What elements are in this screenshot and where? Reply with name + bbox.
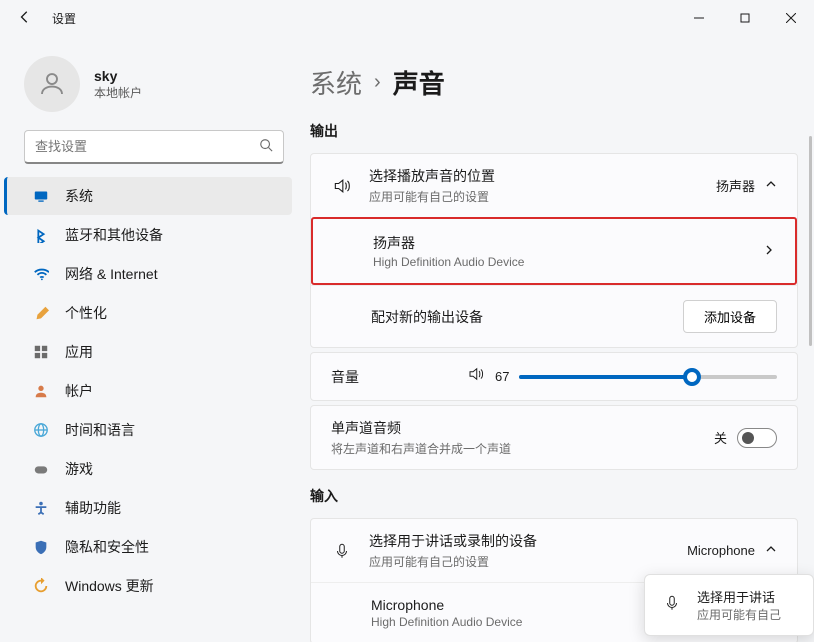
content-pane: 系统 › 声音 输出 选择播放声音的位置 应用可能有自己的设置 扬声器 <box>300 36 814 642</box>
sidebar-item-gamepad[interactable]: 游戏 <box>4 450 292 488</box>
bluetooth-icon <box>33 227 49 243</box>
user-sub: 本地帐户 <box>94 84 142 101</box>
gamepad-icon <box>33 461 49 477</box>
sidebar-item-label: 帐户 <box>65 381 93 401</box>
chevron-right-icon <box>763 244 775 259</box>
pair-title: 配对新的输出设备 <box>371 307 667 327</box>
sidebar-item-shield[interactable]: 隐私和安全性 <box>4 528 292 566</box>
close-button[interactable] <box>768 0 814 36</box>
microphone-icon <box>663 594 681 617</box>
sidebar: sky 本地帐户 系统蓝牙和其他设备网络 & Internet 个性化应用帐户时间… <box>0 36 300 642</box>
update-icon <box>33 578 49 594</box>
mono-card: 单声道音频 将左声道和右声道合并成一个声道 关 <box>310 405 798 470</box>
choose-input-title: 选择用于讲话或录制的设备 <box>369 531 671 551</box>
sidebar-item-label: 个性化 <box>65 303 107 323</box>
sidebar-item-globe[interactable]: 时间和语言 <box>4 411 292 449</box>
choose-output-value: 扬声器 <box>716 176 755 195</box>
volume-icon[interactable] <box>467 365 485 388</box>
system-icon <box>33 188 49 204</box>
breadcrumb-current: 声音 <box>393 64 445 101</box>
speaker-sub: High Definition Audio Device <box>373 255 747 269</box>
wifi-icon <box>33 266 49 282</box>
notification-toast[interactable]: 选择用于讲话 应用可能有自己 <box>644 574 814 636</box>
scrollbar[interactable] <box>809 136 812 346</box>
sidebar-item-brush[interactable]: 个性化 <box>4 294 292 332</box>
search-box[interactable] <box>24 130 284 164</box>
choose-input-value: Microphone <box>687 543 755 558</box>
sidebar-item-label: 网络 & Internet <box>65 264 158 284</box>
nav-list: 系统蓝牙和其他设备网络 & Internet 个性化应用帐户时间和语言游戏辅助功能… <box>0 176 300 642</box>
sidebar-item-bluetooth[interactable]: 蓝牙和其他设备 <box>4 216 292 254</box>
search-input[interactable] <box>35 139 259 154</box>
sidebar-item-update[interactable]: Windows 更新 <box>4 567 292 605</box>
input-heading: 输入 <box>300 486 814 518</box>
apps-icon <box>33 344 49 360</box>
pair-device-row: 配对新的输出设备 添加设备 <box>311 285 797 347</box>
sidebar-item-label: 应用 <box>65 342 93 362</box>
sidebar-item-label: Windows 更新 <box>65 576 154 596</box>
sidebar-item-label: 时间和语言 <box>65 420 135 440</box>
sidebar-item-apps[interactable]: 应用 <box>4 333 292 371</box>
sidebar-item-label: 蓝牙和其他设备 <box>65 225 163 245</box>
globe-icon <box>33 422 49 438</box>
sidebar-item-label: 系统 <box>65 186 93 206</box>
chevron-up-icon <box>765 543 777 558</box>
sidebar-item-label: 辅助功能 <box>65 498 121 518</box>
sidebar-item-accessibility[interactable]: 辅助功能 <box>4 489 292 527</box>
shield-icon <box>33 539 49 555</box>
profile-block[interactable]: sky 本地帐户 <box>0 44 300 130</box>
sidebar-item-label: 游戏 <box>65 459 93 479</box>
user-name: sky <box>94 68 142 84</box>
choose-output-title: 选择播放声音的位置 <box>369 166 700 186</box>
titlebar: 设置 <box>0 0 814 36</box>
window-title: 设置 <box>52 10 76 27</box>
output-heading: 输出 <box>300 121 814 153</box>
person-icon <box>33 383 49 399</box>
sidebar-item-person[interactable]: 帐户 <box>4 372 292 410</box>
choose-input-sub: 应用可能有自己的设置 <box>369 553 671 570</box>
speaker-device-row[interactable]: 扬声器 High Definition Audio Device <box>313 219 795 283</box>
breadcrumb-parent[interactable]: 系统 <box>310 64 362 101</box>
mono-title: 单声道音频 <box>331 418 698 438</box>
toast-title: 选择用于讲话 <box>697 587 781 606</box>
chevron-right-icon: › <box>374 71 381 94</box>
mono-sub: 将左声道和右声道合并成一个声道 <box>331 440 698 457</box>
output-card: 选择播放声音的位置 应用可能有自己的设置 扬声器 扬声器 High De <box>310 153 798 348</box>
speaker-icon <box>331 176 353 196</box>
accessibility-icon <box>33 500 49 516</box>
sidebar-item-system[interactable]: 系统 <box>4 177 292 215</box>
speaker-title: 扬声器 <box>373 233 747 253</box>
chevron-up-icon <box>765 178 777 193</box>
minimize-button[interactable] <box>676 0 722 36</box>
maximize-button[interactable] <box>722 0 768 36</box>
sidebar-item-label: 隐私和安全性 <box>65 537 149 557</box>
mono-state: 关 <box>714 428 727 447</box>
breadcrumb: 系统 › 声音 <box>300 64 814 121</box>
choose-output-row[interactable]: 选择播放声音的位置 应用可能有自己的设置 扬声器 <box>311 154 797 217</box>
microphone-icon <box>331 542 353 560</box>
toast-sub: 应用可能有自己 <box>697 606 781 623</box>
volume-value: 67 <box>495 369 509 384</box>
volume-label: 音量 <box>331 367 359 387</box>
choose-input-row[interactable]: 选择用于讲话或录制的设备 应用可能有自己的设置 Microphone <box>311 519 797 582</box>
volume-slider[interactable] <box>519 375 777 379</box>
choose-output-sub: 应用可能有自己的设置 <box>369 188 700 205</box>
avatar <box>24 56 80 112</box>
add-device-button[interactable]: 添加设备 <box>683 300 777 333</box>
sidebar-item-wifi[interactable]: 网络 & Internet <box>4 255 292 293</box>
brush-icon <box>33 305 49 321</box>
mono-toggle[interactable] <box>737 428 777 448</box>
search-icon <box>259 138 273 155</box>
back-arrow-icon[interactable] <box>18 10 32 27</box>
volume-card: 音量 67 <box>310 352 798 401</box>
